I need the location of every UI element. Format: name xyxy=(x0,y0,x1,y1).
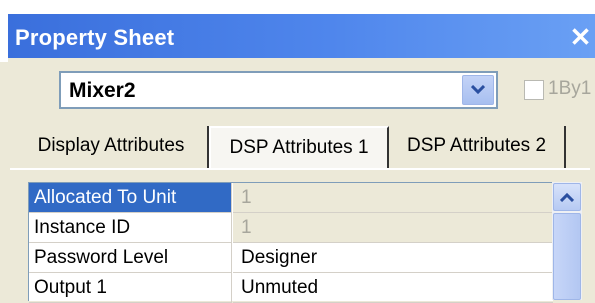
property-name: Output 1 xyxy=(29,273,232,303)
object-selector-dropdown[interactable]: Mixer2 xyxy=(59,71,498,109)
property-value[interactable]: Designer xyxy=(233,243,553,273)
property-value: 1 xyxy=(233,183,553,213)
vertical-scrollbar[interactable] xyxy=(552,182,582,300)
table-row[interactable]: Password Level Designer xyxy=(29,243,553,273)
scroll-up-button[interactable] xyxy=(553,183,581,211)
dropdown-button[interactable] xyxy=(462,75,494,105)
table-row[interactable]: Allocated To Unit 1 xyxy=(29,183,553,213)
property-name: Password Level xyxy=(29,243,232,273)
title-bar: Property Sheet ✕ xyxy=(0,0,595,62)
tab-divider xyxy=(10,168,590,170)
object-selector-value: Mixer2 xyxy=(69,79,136,102)
tab-dsp-attributes-2[interactable]: DSP Attributes 2 xyxy=(389,126,566,168)
property-name: Allocated To Unit xyxy=(29,183,232,213)
property-grid: Allocated To Unit 1 Instance ID 1 Passwo… xyxy=(28,182,553,303)
chevron-down-icon xyxy=(471,85,485,95)
window-title: Property Sheet xyxy=(15,25,175,50)
1by1-checkbox-label: 1By1 xyxy=(548,78,592,99)
table-row[interactable]: Output 1 Unmuted xyxy=(29,273,553,303)
table-row[interactable]: Instance ID 1 xyxy=(29,213,553,243)
1by1-checkbox[interactable] xyxy=(524,80,544,100)
property-value[interactable]: Unmuted xyxy=(233,273,553,303)
close-icon[interactable]: ✕ xyxy=(566,22,595,52)
chevron-up-icon xyxy=(560,192,574,202)
tab-display-attributes[interactable]: Display Attributes xyxy=(15,126,209,168)
scroll-thumb[interactable] xyxy=(553,213,581,300)
property-name: Instance ID xyxy=(29,213,232,243)
tab-dsp-attributes-1[interactable]: DSP Attributes 1 xyxy=(209,126,389,168)
property-value: 1 xyxy=(233,213,553,243)
